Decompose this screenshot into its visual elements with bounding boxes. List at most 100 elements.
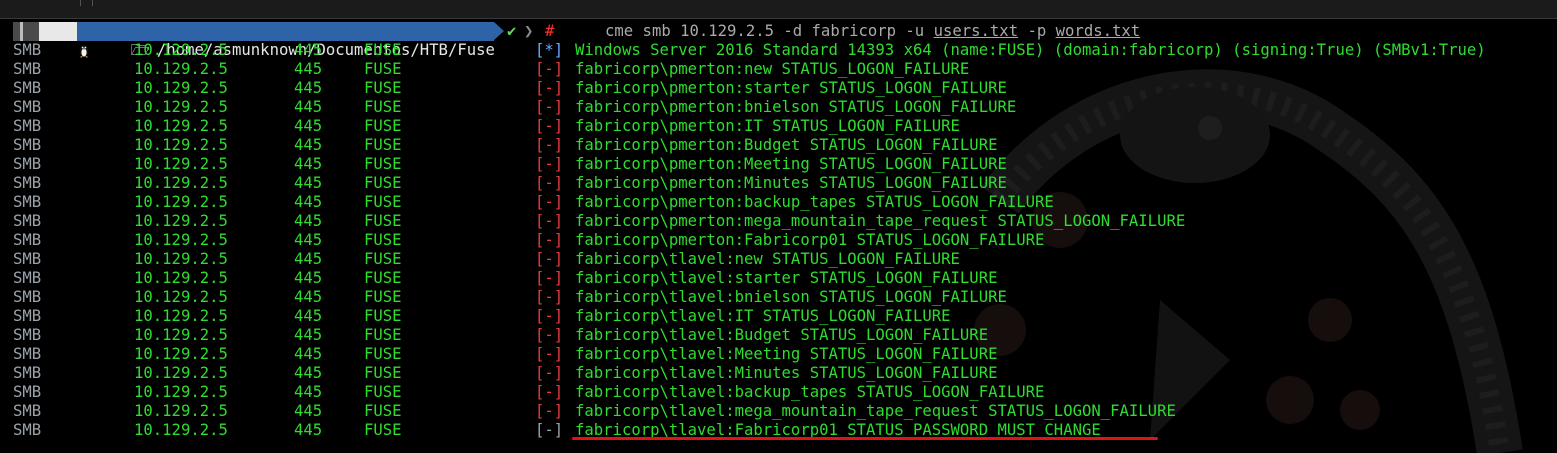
row-message: fabricorp\tlavel:new STATUS_LOGON_FAILUR…: [575, 250, 960, 268]
row-message: fabricorp\pmerton:backup_tapes STATUS_LO…: [575, 193, 1054, 211]
row-protocol: SMB: [13, 402, 42, 420]
row-status-marker: [-]: [535, 269, 564, 287]
output-row: SMB 10.129.2.5 445 FUSE [-] fabricorp\tlavel:…: [0, 383, 1557, 402]
shell-prompt: 🗁/home/asmunknown/Documentos/HTB/Fuse ✔ …: [0, 22, 1557, 59]
row-message: fabricorp\tlavel:bnielson STATUS_LOGON_F…: [575, 288, 1007, 306]
tab-divider: [92, 0, 93, 6]
row-port: 445: [294, 155, 323, 173]
row-message: fabricorp\tlavel:Minutes STATUS_LOGON_FA…: [575, 364, 998, 382]
output-row: SMB 10.129.2.5 445 FUSE [-] fabricorp\pmerton…: [0, 117, 1557, 136]
row-hostname: FUSE: [364, 41, 402, 59]
row-ip-address: 10.129.2.5: [134, 364, 228, 382]
row-protocol: SMB: [13, 79, 42, 97]
row-hostname: FUSE: [364, 136, 402, 154]
row-port: 445: [294, 307, 323, 325]
row-ip-address: 10.129.2.5: [134, 269, 228, 287]
row-port: 445: [294, 117, 323, 135]
row-protocol: SMB: [13, 231, 42, 249]
row-protocol: SMB: [13, 383, 42, 401]
row-hostname: FUSE: [364, 174, 402, 192]
output-row: SMB 10.129.2.5 445 FUSE [*] Windows Server 20…: [0, 41, 1557, 60]
row-status-marker: [*]: [535, 41, 564, 59]
row-hostname: FUSE: [364, 193, 402, 211]
output-row: SMB 10.129.2.5 445 FUSE [-] fabricorp\tlavel:…: [0, 288, 1557, 307]
row-ip-address: 10.129.2.5: [134, 98, 228, 116]
prompt-separator-icon: ❯: [524, 22, 534, 40]
row-ip-address: 10.129.2.5: [134, 250, 228, 268]
row-hostname: FUSE: [364, 402, 402, 420]
row-status-marker: [-]: [535, 288, 564, 306]
row-port: 445: [294, 193, 323, 211]
row-ip-address: 10.129.2.5: [134, 345, 228, 363]
row-status-marker: [-]: [535, 174, 564, 192]
output-row: SMB 10.129.2.5 445 FUSE [-] fabricorp\tlavel:…: [0, 402, 1557, 421]
row-message: fabricorp\tlavel:backup_tapes STATUS_LOG…: [575, 383, 1045, 401]
row-message: fabricorp\pmerton:Fabricorp01 STATUS_LOG…: [575, 231, 1045, 249]
row-port: 445: [294, 174, 323, 192]
row-hostname: FUSE: [364, 98, 402, 116]
command-text: cme smb 10.129.2.5 -d fabricorp -u users…: [605, 22, 1140, 41]
row-port: 445: [294, 288, 323, 306]
row-status-marker: [-]: [535, 136, 564, 154]
row-message: fabricorp\tlavel:starter STATUS_LOGON_FA…: [575, 269, 998, 287]
row-status-marker: [-]: [535, 98, 564, 116]
row-port: 445: [294, 79, 323, 97]
row-port: 445: [294, 269, 323, 287]
row-status-marker: [-]: [535, 212, 564, 230]
row-ip-address: 10.129.2.5: [134, 136, 228, 154]
row-ip-address: 10.129.2.5: [134, 231, 228, 249]
row-protocol: SMB: [13, 250, 42, 268]
row-port: 445: [294, 421, 323, 439]
row-hostname: FUSE: [364, 250, 402, 268]
row-message: fabricorp\pmerton:Minutes STATUS_LOGON_F…: [575, 174, 1007, 192]
row-status-marker: [-]: [535, 383, 564, 401]
row-hostname: FUSE: [364, 79, 402, 97]
highlight-underline: [572, 437, 1158, 440]
row-message: fabricorp\tlavel:IT STATUS_LOGON_FAILURE: [575, 307, 951, 325]
row-status-marker: [-]: [535, 117, 564, 135]
row-ip-address: 10.129.2.5: [134, 155, 228, 173]
output-row: SMB 10.129.2.5 445 FUSE [-] fabricorp\tlavel:…: [0, 326, 1557, 345]
row-ip-address: 10.129.2.5: [134, 402, 228, 420]
row-ip-address: 10.129.2.5: [134, 79, 228, 97]
row-ip-address: 10.129.2.5: [134, 193, 228, 211]
row-ip-address: 10.129.2.5: [134, 60, 228, 78]
row-protocol: SMB: [13, 155, 42, 173]
root-hash-indicator: #: [545, 22, 555, 40]
row-port: 445: [294, 98, 323, 116]
prompt-path-arrow: [494, 22, 504, 40]
status-ok-icon: ✔: [507, 22, 517, 40]
row-status-marker: [-]: [535, 60, 564, 78]
row-ip-address: 10.129.2.5: [134, 41, 228, 59]
row-ip-address: 10.129.2.5: [134, 326, 228, 344]
command-part-1: cme smb 10.129.2.5 -d fabricorp -u: [605, 22, 934, 40]
row-hostname: FUSE: [364, 288, 402, 306]
row-port: 445: [294, 41, 323, 59]
row-hostname: FUSE: [364, 117, 402, 135]
row-message: fabricorp\pmerton:mega_mountain_tape_req…: [575, 212, 1186, 230]
row-protocol: SMB: [13, 60, 42, 78]
row-port: 445: [294, 326, 323, 344]
row-message: fabricorp\pmerton:Meeting STATUS_LOGON_F…: [575, 155, 1007, 173]
tab-divider: [80, 0, 81, 6]
row-message: Windows Server 2016 Standard 14393 x64 (…: [575, 41, 1486, 59]
row-protocol: SMB: [13, 193, 42, 211]
row-protocol: SMB: [13, 364, 42, 382]
output-row: SMB 10.129.2.5 445 FUSE [-] fabricorp\pmerton…: [0, 212, 1557, 231]
row-message: fabricorp\tlavel:Meeting STATUS_LOGON_FA…: [575, 345, 998, 363]
row-status-marker: [-]: [535, 421, 564, 439]
row-message: fabricorp\pmerton:bnielson STATUS_LOGON_…: [575, 98, 1017, 116]
row-ip-address: 10.129.2.5: [134, 212, 228, 230]
words-file-arg: words.txt: [1055, 22, 1141, 40]
row-message: fabricorp\tlavel:Budget STATUS_LOGON_FAI…: [575, 326, 989, 344]
row-protocol: SMB: [13, 326, 42, 344]
users-file-arg: users.txt: [933, 22, 1019, 40]
row-protocol: SMB: [13, 421, 42, 439]
row-message: fabricorp\pmerton:new STATUS_LOGON_FAILU…: [575, 60, 970, 78]
command-part-3: -p: [1018, 22, 1056, 40]
output-row: SMB 10.129.2.5 445 FUSE [-] fabricorp\tlavel:…: [0, 269, 1557, 288]
output-row: SMB 10.129.2.5 445 FUSE [-] fabricorp\pmerton…: [0, 193, 1557, 212]
output-row: SMB 10.129.2.5 445 FUSE [-] fabricorp\tlavel:…: [0, 364, 1557, 383]
output-row: SMB 10.129.2.5 445 FUSE [-] fabricorp\tlavel:…: [0, 307, 1557, 326]
row-port: 445: [294, 212, 323, 230]
